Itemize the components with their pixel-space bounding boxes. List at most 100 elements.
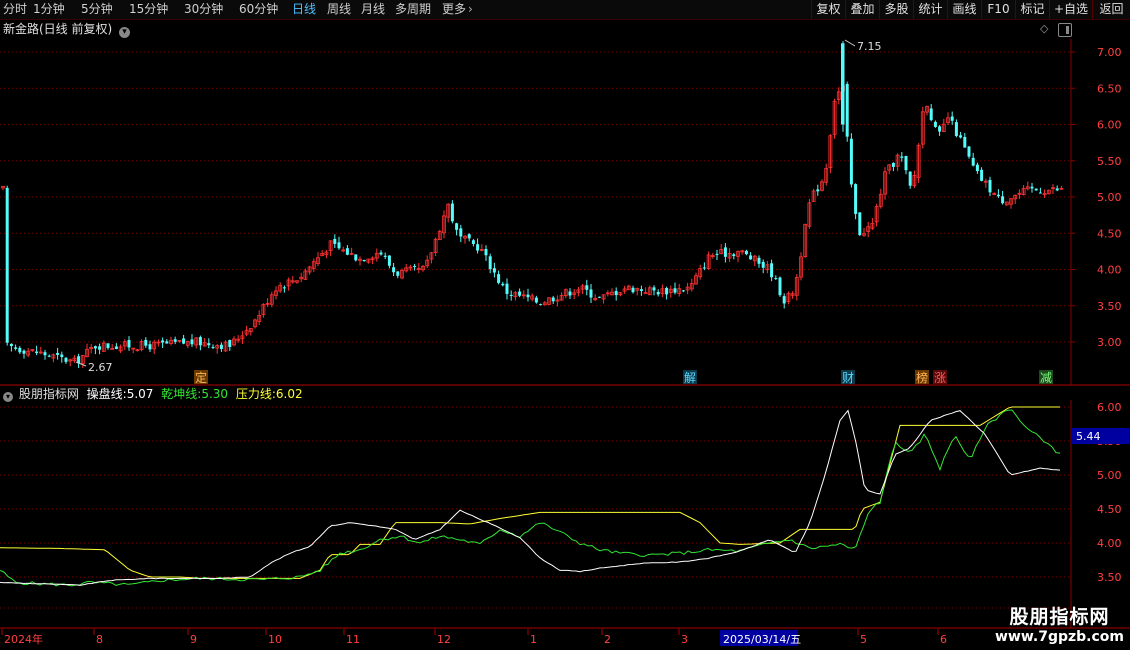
candle-body-down [849,138,853,185]
candle-body-down [904,155,908,171]
x-tick-label: 8 [96,633,103,646]
candle-body-down [816,189,820,192]
candle-body-down [387,255,391,266]
x-tick-label: 2024年 [4,632,43,646]
candle-body-down [858,212,862,236]
watermark-title: 股朋指标网 [1009,606,1110,628]
candle-body-down [782,296,786,304]
candle-body-down [161,340,165,343]
candle-body-down [539,304,543,306]
candle-body-down [1034,188,1038,191]
candle-body-down [18,347,22,353]
candle-body-down [354,254,358,261]
candle-body-down [639,289,643,292]
candle-body-down [9,343,13,347]
high-marker: 7.15 [844,39,882,53]
candle-body-down [774,278,778,280]
event-tag-cai[interactable]: 财 [842,371,854,385]
candle-body-down [43,352,47,356]
y-tick-label: 3.00 [1097,336,1122,349]
candle-body-down [950,116,954,121]
y-tick-label: 4.50 [1097,227,1122,240]
candle-body-down [954,122,958,137]
candle-body-down [959,135,963,138]
candle-body-down [471,240,475,244]
candle-body-down [614,291,618,296]
event-tag-jie[interactable]: 解 [684,371,696,385]
candle-body-down [715,253,719,255]
event-tag-ding[interactable]: 定 [195,370,207,385]
candle-body-down [770,263,774,278]
candle-body-down [526,294,530,298]
candle-body-down [413,266,417,268]
candle-body-down [631,287,635,293]
candle-body-down [14,347,18,349]
candle-body-down [585,285,589,290]
pressure-label: 压力线: [235,387,276,401]
candlestick-series [1,41,1064,369]
y-tick-label: 6.50 [1097,82,1122,95]
candle-body-down [497,274,501,283]
candle-body-down [681,290,685,292]
candle-body-down [652,287,656,291]
candle-body-down [492,268,496,273]
candle-body-down [1055,188,1059,191]
candle-body-down [228,340,232,347]
candle-body-down [1030,186,1034,189]
candle-body-down [854,184,858,214]
candle-body-down [182,338,186,344]
candle-body-down [963,136,967,148]
chart-canvas: 7.00 6.50 6.00 5.50 5.00 4.50 4.00 3.50 3.00 7.1… [0,39,1130,646]
candle-body-down [908,171,912,186]
candle-body-down [1001,196,1005,204]
candle-body-down [597,296,601,298]
candle-body-down [757,257,761,264]
candle-body-down [967,146,971,157]
candle-body-down [505,283,509,294]
qiankun-line [0,409,1061,587]
sub-panel-header: ▾ 股朋指标网 操盘线:5.07 乾坤线:5.30 压力线:6.02 [0,386,303,402]
candle-body-down [467,234,471,239]
x-tick-label: 10 [268,633,282,646]
y-tick-label: 6.00 [1097,401,1122,414]
x-tick-label: 1 [530,633,537,646]
candle-body-down [501,283,505,286]
event-tag-zhang[interactable]: 涨 [934,370,946,385]
low-label: 2.67 [88,361,113,374]
candle-body-down [35,351,39,354]
candle-body-down [127,339,131,348]
candle-body-down [5,187,9,343]
event-tag-bang[interactable]: 榜 [916,370,928,385]
candle-body-down [971,157,975,166]
candle-body-down [518,291,522,296]
y-tick-label: 4.00 [1097,264,1122,277]
candle-body-down [198,337,202,346]
pressure-value: 6.02 [275,387,303,401]
chevron-down-icon[interactable]: ▾ [3,392,13,402]
caopan-value: 5.07 [126,387,154,401]
x-tick-label: 6 [940,633,947,646]
candle-body-down [929,108,933,121]
candle-body-down [64,357,68,362]
candle-body-down [656,291,660,295]
x-tick-label: 12 [437,633,451,646]
candle-body-down [362,259,366,262]
candle-body-down [938,126,942,132]
candle-body-down [702,267,706,269]
event-tag-jian[interactable]: 减 [1040,371,1052,385]
indicator-name[interactable]: 股朋指标网 [19,387,79,401]
y-tick-label: 3.50 [1097,571,1122,584]
candle-body-down [778,277,782,296]
candle-body-up [643,292,648,295]
candle-body-down [665,287,669,295]
caopan-line [0,409,1061,586]
candle-body-down [173,339,177,342]
candle-body-down [673,288,677,293]
x-tick-label: 2 [604,633,611,646]
candle-body-down [114,346,118,349]
candle-body-down [488,256,492,270]
y-tick-label: 5.00 [1097,191,1122,204]
x-axis: 2024年 8 9 10 11 12 1 2 3 2025/03/14/五 5 6 [1,629,947,646]
y-tick-label: 5.00 [1097,469,1122,482]
y-tick-label: 6.00 [1097,119,1122,132]
